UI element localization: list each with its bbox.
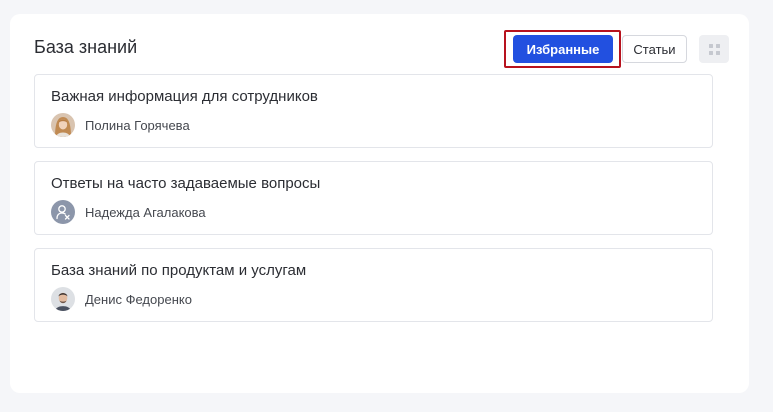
article-item[interactable]: База знаний по продуктам и услугам Денис… <box>34 248 713 322</box>
article-author: Полина Горячева <box>51 113 190 137</box>
author-name: Денис Федоренко <box>85 291 192 307</box>
article-title: Ответы на часто задаваемые вопросы <box>51 175 321 192</box>
male-photo-avatar <box>51 287 75 311</box>
author-name: Надежда Агалакова <box>85 204 206 220</box>
articles-button[interactable]: Статьи <box>622 35 687 63</box>
article-item[interactable]: Ответы на часто задаваемые вопросы Надеж… <box>34 161 713 235</box>
article-title: Важная информация для сотрудников <box>51 88 318 105</box>
article-title: База знаний по продуктам и услугам <box>51 262 307 279</box>
article-author: Надежда Агалакова <box>51 200 206 224</box>
grid-icon <box>708 43 720 55</box>
page-title: База знаний <box>34 37 138 57</box>
article-author: Денис Федоренко <box>51 287 192 311</box>
female-photo-avatar <box>51 113 75 137</box>
knowledge-base-card: База знаний Избранные Статьи Важная инфо… <box>10 14 749 393</box>
favorites-button[interactable]: Избранные <box>513 35 613 63</box>
grid-view-button[interactable] <box>699 35 729 63</box>
author-name: Полина Горячева <box>85 117 190 133</box>
article-item[interactable]: Важная информация для сотрудников Полина… <box>34 74 713 148</box>
placeholder-avatar <box>51 200 75 224</box>
